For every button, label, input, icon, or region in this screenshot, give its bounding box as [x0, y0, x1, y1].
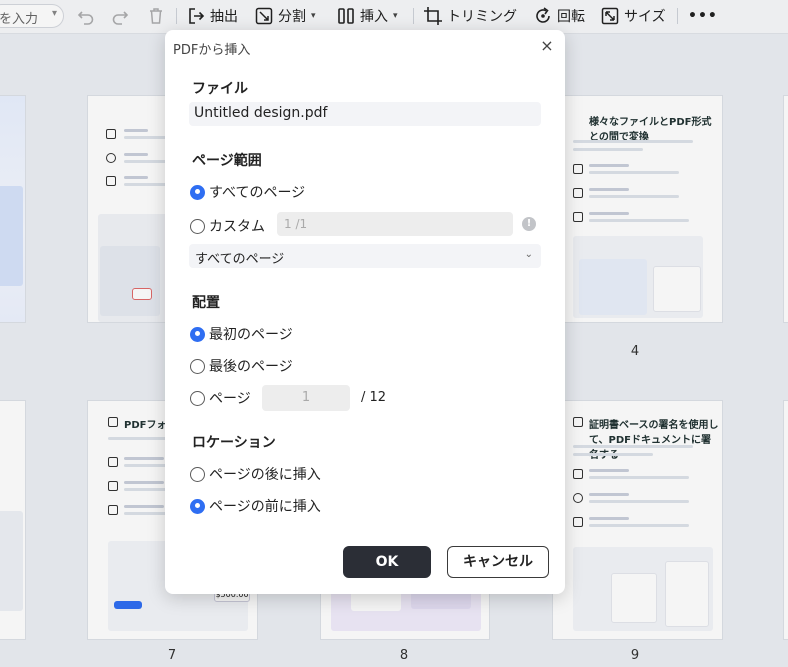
range-custom-label: カスタム: [209, 219, 265, 235]
place-page-label: ページ: [209, 391, 251, 407]
dialog-title: PDFから挿入: [173, 43, 251, 58]
range-all-label: すべてのページ: [209, 185, 306, 201]
radio-icon: [190, 390, 205, 406]
page-subset-value: すべてのページ: [195, 252, 285, 267]
radio-icon: [190, 358, 205, 374]
place-first-radio[interactable]: 最初のページ: [190, 324, 293, 344]
place-last-label: 最後のページ: [209, 359, 293, 375]
page-number-input[interactable]: 1: [262, 385, 350, 411]
place-last-radio[interactable]: 最後のページ: [190, 356, 293, 376]
insert-after-label: ページの後に挿入: [209, 467, 321, 483]
radio-icon: [190, 466, 205, 482]
radio-checked-icon: [190, 498, 205, 514]
page-range-section-label: ページ範囲: [192, 153, 262, 169]
insert-after-radio[interactable]: ページの後に挿入: [190, 464, 321, 484]
insert-before-radio[interactable]: ページの前に挿入: [190, 496, 321, 516]
placement-section-label: 配置: [192, 295, 220, 311]
radio-icon: [190, 218, 205, 234]
page-total: / 12: [361, 390, 387, 405]
location-section-label: ロケーション: [192, 435, 276, 451]
place-page-radio[interactable]: ページ: [190, 388, 251, 408]
range-all-radio[interactable]: すべてのページ: [190, 182, 305, 202]
page-subset-select[interactable]: すべてのページ ⌄: [189, 244, 541, 268]
insert-from-pdf-dialog: PDFから挿入 × ファイル Untitled design.pdf ページ範囲…: [165, 30, 565, 594]
ok-button[interactable]: OK: [343, 546, 431, 578]
chevron-down-icon: ⌄: [524, 249, 533, 260]
range-custom-radio[interactable]: カスタム: [190, 216, 265, 236]
cancel-button[interactable]: キャンセル: [447, 546, 549, 578]
custom-range-input[interactable]: 1 /1: [277, 212, 513, 236]
place-first-label: 最初のページ: [209, 327, 293, 343]
file-section-label: ファイル: [192, 81, 248, 97]
file-name-field[interactable]: Untitled design.pdf: [189, 102, 541, 126]
radio-checked-icon: [190, 326, 205, 342]
insert-before-label: ページの前に挿入: [209, 499, 321, 515]
info-icon[interactable]: !: [522, 217, 536, 231]
radio-checked-icon: [190, 184, 205, 200]
close-icon[interactable]: ×: [539, 38, 555, 54]
